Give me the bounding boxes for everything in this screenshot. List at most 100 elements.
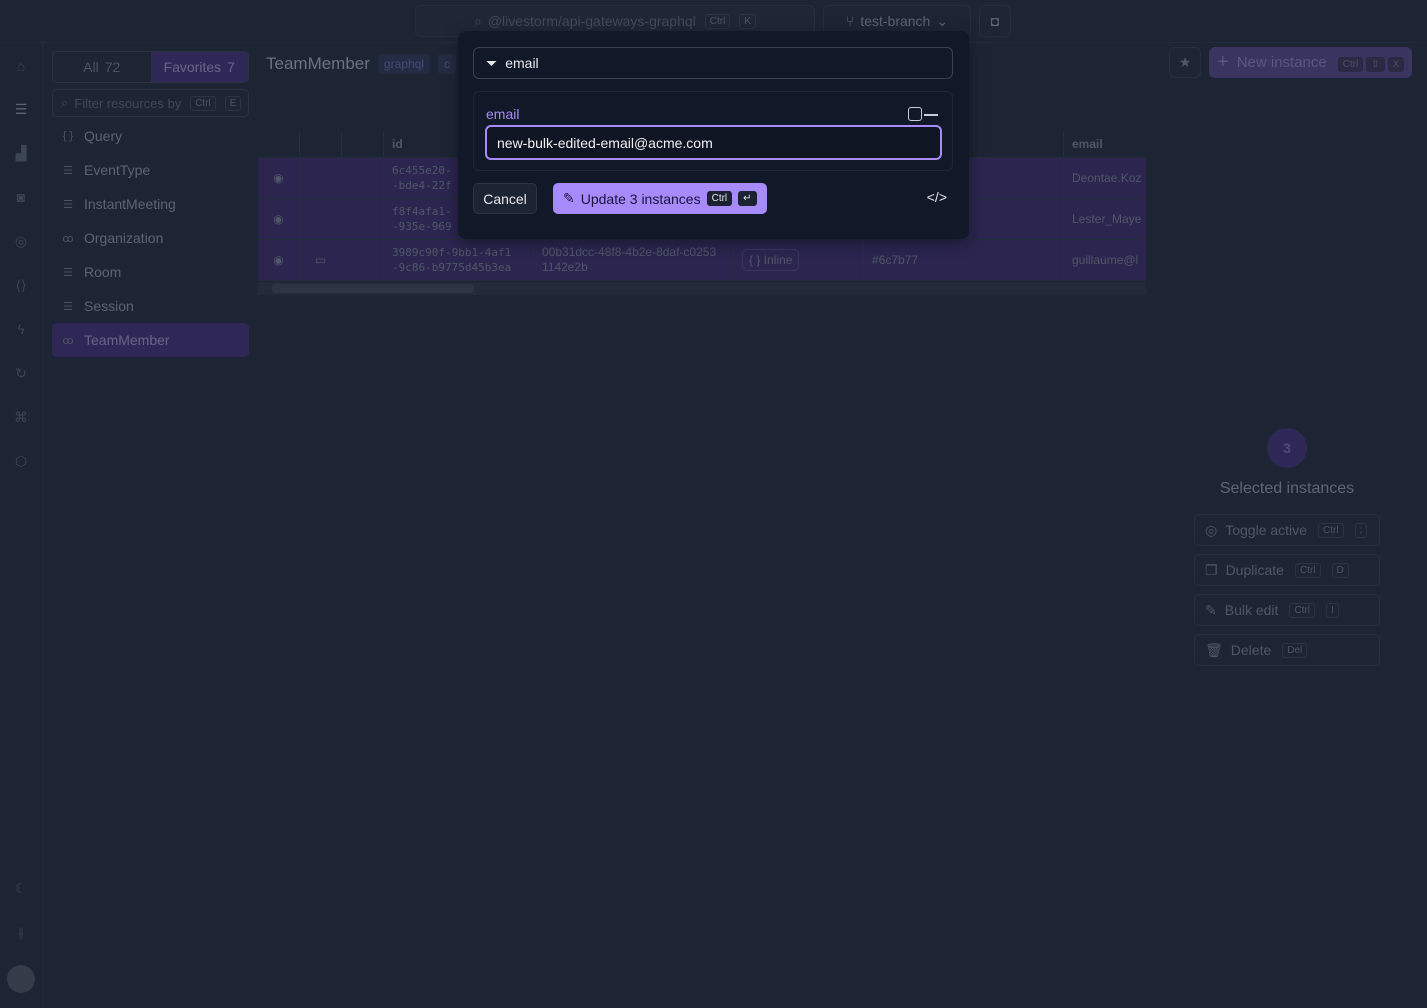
resource-sidebar: All 72 Favorites 7 ⌕ Filter resources by C…: [52, 51, 249, 357]
button-label: Bulk edit: [1224, 602, 1279, 618]
cell-color: #6c7b77: [864, 240, 1064, 280]
sidebar-item-instantmeeting[interactable]: ☰ InstantMeeting: [52, 187, 249, 221]
kbd: Ctrl: [1289, 602, 1315, 618]
delete-button[interactable]: 🗑 Delete Del: [1194, 634, 1380, 666]
icon-rail: ⌂ ☰ ▟ ◙ ◎ ⟨⟩ ϟ ↻ ⌘ ⬡ ☾ ⫲: [0, 43, 43, 1008]
settings-sliders-icon[interactable]: ⫲: [10, 921, 32, 943]
sidebar-item-query[interactable]: { } Query: [52, 119, 249, 153]
kbd: D: [1331, 562, 1349, 578]
eye-icon[interactable]: ◉: [258, 240, 300, 280]
plus-icon: +: [1217, 51, 1229, 73]
database-icon: ☰: [63, 266, 73, 279]
tab-count: 72: [104, 59, 121, 75]
eye-icon[interactable]: ◉: [258, 199, 300, 239]
database-icon: ☰: [63, 164, 73, 177]
cell-email: Lester_Maye: [1072, 212, 1142, 226]
email-field-group: email: [473, 91, 953, 171]
email-field[interactable]: [485, 125, 942, 160]
network-icon[interactable]: ⌘: [10, 406, 32, 428]
button-label: Delete: [1230, 642, 1272, 658]
tab-label: All: [83, 59, 99, 75]
kbd: I: [1326, 602, 1339, 618]
field-filter-input[interactable]: ⏷ email: [473, 47, 953, 79]
camera-icon[interactable]: ◙: [10, 186, 32, 208]
eye-icon: ◎: [1205, 521, 1218, 538]
home-icon[interactable]: ⌂: [10, 55, 32, 77]
kbd: K: [739, 13, 757, 29]
update-instances-button[interactable]: ✎ Update 3 instances Ctrl ↵: [553, 183, 767, 214]
sidebar-item-teammember[interactable]: ꝏ TeamMember: [52, 323, 249, 357]
cell-id: 3989c90f-9bb1-4af1 -9c86-b9775d45b3ea: [384, 240, 534, 280]
cell-email: Deontae.Koz: [1072, 171, 1142, 185]
code-file-icon[interactable]: ⟨⟩: [10, 274, 32, 296]
button-label: Duplicate: [1225, 562, 1284, 578]
sidebar-item-session[interactable]: ☰ Session: [52, 289, 249, 323]
users-icon: ꝏ: [62, 334, 74, 347]
cell-reference: 00b31dcc-48f8-4b2e-8daf-c0253 1142e2b: [534, 240, 734, 280]
email-field-label: email: [486, 106, 520, 122]
history-icon[interactable]: ↻: [10, 362, 32, 384]
button-label: New instance: [1236, 54, 1327, 71]
favorite-star-button[interactable]: ★: [1169, 47, 1201, 78]
tab-label: Favorites: [163, 59, 222, 75]
factory-icon[interactable]: ▟: [10, 142, 32, 164]
cell-email: guillaume@l: [1072, 253, 1139, 267]
column-email[interactable]: email: [1064, 131, 1146, 157]
eye-icon[interactable]: ◉: [258, 158, 300, 198]
new-instance-button[interactable]: + New instance Ctrl ⇧ X: [1209, 47, 1413, 78]
users-icon: ꝏ: [62, 232, 74, 245]
selected-count-badge: 3: [1267, 428, 1307, 468]
kbd: Ctrl: [1294, 562, 1321, 578]
search-icon: ⌕: [473, 12, 482, 29]
tag[interactable]: c: [437, 54, 456, 74]
item-label: TeamMember: [84, 332, 170, 348]
item-label: Organization: [84, 230, 164, 246]
comment-icon[interactable]: ▭: [300, 240, 342, 280]
broadcast-icon[interactable]: ◎: [10, 230, 32, 252]
filter-icon: ⏷: [486, 54, 498, 71]
tab-all[interactable]: All 72: [53, 52, 151, 82]
moon-icon[interactable]: ☾: [10, 877, 32, 899]
horizontal-scrollbar[interactable]: [258, 282, 1146, 295]
tag[interactable]: graphql: [377, 54, 430, 74]
button-label: Toggle active: [1225, 522, 1307, 538]
snapshot-button[interactable]: ◘: [979, 5, 1011, 37]
code-view-icon[interactable]: </>: [927, 189, 947, 205]
toggle-active-button[interactable]: ◎ Toggle active Ctrl;: [1194, 514, 1380, 546]
remove-field-icon[interactable]: [924, 114, 938, 116]
selected-label: Selected instances: [1219, 480, 1355, 497]
kbd: Del: [1282, 642, 1308, 658]
bulk-edit-button[interactable]: ✎ Bulk edit Ctrl I: [1194, 594, 1380, 626]
kbd: Ctrl: [1317, 522, 1344, 538]
kbd: Ctrl: [1337, 56, 1364, 72]
button-label: Update 3 instances: [580, 190, 701, 207]
lightning-icon[interactable]: ϟ: [10, 318, 32, 340]
avatar[interactable]: [7, 965, 35, 993]
kbd: Ctrl: [190, 95, 216, 111]
cancel-button[interactable]: Cancel: [473, 183, 537, 214]
inline-badge[interactable]: { } Inline: [742, 249, 800, 271]
table-row[interactable]: ◉ ▭ 3989c90f-9bb1-4af1 -9c86-b9775d45b3ea…: [258, 240, 1146, 281]
search-placeholder: @livestorm/api-gateways-graphql: [487, 13, 696, 29]
kbd: Ctrl: [706, 191, 733, 206]
filter-placeholder: Filter resources by: [74, 95, 182, 111]
database-icon: ☰: [63, 300, 73, 313]
sidebar-item-eventtype[interactable]: ☰ EventType: [52, 153, 249, 187]
kbd: ↵: [738, 191, 757, 206]
graphql-icon[interactable]: ⬡: [10, 450, 32, 472]
database-icon[interactable]: ☰: [10, 98, 32, 120]
comment-icon[interactable]: [300, 199, 342, 239]
item-label: Room: [84, 264, 122, 280]
kbd: ;: [1354, 522, 1368, 538]
comment-icon[interactable]: [300, 158, 342, 198]
sidebar-item-room[interactable]: ☰ Room: [52, 255, 249, 289]
item-label: InstantMeeting: [84, 196, 176, 212]
resource-tabs: All 72 Favorites 7: [52, 51, 249, 83]
dice-icon[interactable]: [908, 107, 922, 121]
filter-resources-input[interactable]: ⌕ Filter resources by Ctrl E: [52, 89, 249, 117]
tab-favorites[interactable]: Favorites 7: [150, 52, 248, 82]
pencil-icon: ✎: [1205, 601, 1217, 618]
git-branch-icon: ⑂: [845, 13, 855, 29]
sidebar-item-organization[interactable]: ꝏ Organization: [52, 221, 249, 255]
duplicate-button[interactable]: ❐ Duplicate Ctrl D: [1194, 554, 1380, 586]
